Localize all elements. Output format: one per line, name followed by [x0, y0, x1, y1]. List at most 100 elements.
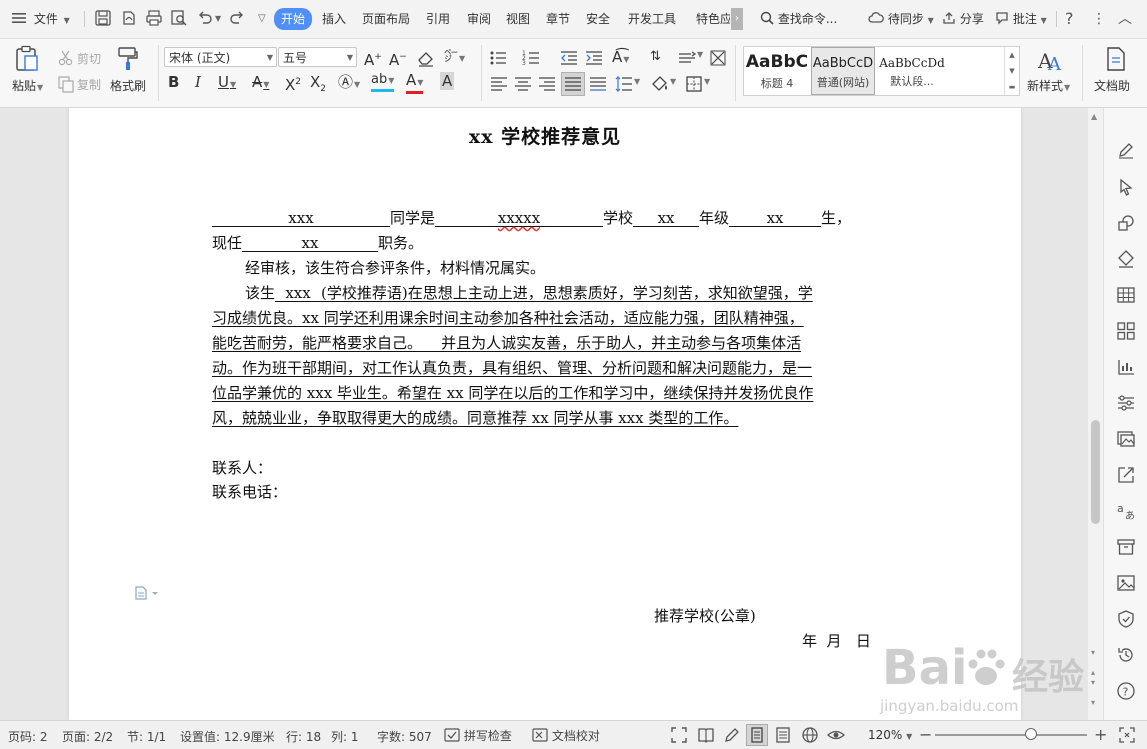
print-preview-icon[interactable] — [170, 9, 188, 27]
zoom-select[interactable]: 120% ▼ — [868, 725, 912, 745]
line-spacing-convert-icon[interactable] — [677, 48, 697, 68]
document-page[interactable]: xx 学校推荐意见 xxx 同学是 xxxxx 学校 xx 年级 xx 生， 现任 xx 职务。 … — [69, 108, 1021, 720]
output-pdf-icon[interactable] — [120, 9, 138, 27]
numbered-list-icon[interactable]: 123 — [522, 48, 542, 68]
align-right-icon[interactable] — [537, 74, 557, 94]
clear-format-icon[interactable] — [416, 48, 436, 68]
chart-icon[interactable] — [1116, 357, 1136, 377]
print-icon[interactable] — [145, 9, 163, 27]
decrease-font-icon[interactable]: A− — [389, 47, 407, 70]
history-icon[interactable] — [1116, 645, 1136, 665]
picture-icon[interactable] — [1116, 573, 1136, 593]
highlight-icon[interactable]: ab▼ — [371, 72, 395, 92]
bullet-list-icon[interactable] — [489, 48, 509, 68]
page-number[interactable]: 页码: 2 — [8, 728, 48, 745]
write-mode-icon[interactable] — [723, 726, 741, 744]
zoom-out-button[interactable]: − — [919, 725, 932, 745]
tab-home[interactable]: 开始 — [274, 8, 313, 30]
tab-security[interactable]: 安全 — [586, 9, 610, 29]
char-shading-icon[interactable]: A — [440, 72, 455, 90]
cut-button[interactable]: 剪切 — [77, 50, 101, 67]
increase-font-icon[interactable]: A+ — [364, 47, 382, 70]
subscript-icon[interactable]: X2 — [310, 72, 326, 99]
vertical-scrollbar[interactable]: ▲ ▾ ▴ ▾ ▾ — [1088, 108, 1103, 720]
word-count[interactable]: 字数: 507 — [377, 728, 432, 745]
undo-dropdown-icon[interactable]: ▼ — [215, 9, 221, 29]
tab-insert[interactable]: 插入 — [322, 9, 346, 29]
copy-icon[interactable] — [56, 74, 76, 94]
format-painter-button[interactable]: 格式刷 — [110, 77, 146, 94]
undo-icon[interactable] — [196, 9, 214, 27]
align-center-icon[interactable] — [513, 74, 533, 94]
tab-references[interactable]: 引用 — [426, 9, 450, 29]
shading-icon[interactable] — [650, 74, 670, 94]
outline-view-icon[interactable] — [774, 726, 792, 744]
scissors-icon[interactable] — [56, 48, 76, 68]
share-button[interactable]: 分享 — [942, 9, 984, 29]
zoom-slider-track[interactable] — [935, 728, 1087, 740]
translate-icon[interactable]: aあ — [1116, 501, 1136, 521]
increase-indent-icon[interactable] — [584, 48, 604, 68]
zoom-slider-knob[interactable] — [1024, 728, 1037, 740]
settings-sliders-icon[interactable] — [1116, 393, 1136, 413]
chevron-down-icon[interactable]: ▼ — [634, 77, 640, 86]
read-mode-icon[interactable] — [697, 726, 715, 744]
style-default-paragraph[interactable]: AaBbCcDd 默认段... — [876, 47, 948, 95]
tab-featured[interactable]: 特色应 — [696, 9, 730, 29]
save-icon[interactable] — [94, 9, 112, 27]
doc-helper-button[interactable]: 文档助 — [1094, 77, 1130, 94]
sort-icon[interactable]: ⇅ — [650, 47, 661, 67]
web-view-icon[interactable] — [801, 726, 819, 744]
phonetic-guide-icon[interactable]: ㌻▼ — [444, 47, 465, 69]
decrease-indent-icon[interactable] — [559, 48, 579, 68]
tab-chapter[interactable]: 章节 — [546, 9, 570, 29]
underline-icon[interactable]: U▼ — [218, 72, 236, 95]
doc-proofread-button[interactable]: 文档校对 — [532, 727, 600, 744]
comment-button[interactable]: 批注 ▼ — [995, 9, 1047, 29]
customize-toolbar-icon[interactable]: ▽ — [258, 9, 266, 29]
paste-button[interactable]: 粘贴▼ — [12, 77, 43, 94]
sync-button[interactable]: 待同步 ▼ — [868, 9, 934, 29]
styles-scroll[interactable]: ▲ ▼ ▬ — [1004, 47, 1019, 95]
new-style-icon[interactable]: AA — [1036, 46, 1064, 74]
page-nav-icon[interactable]: ▾ ▴ ▾ ▾ — [1091, 648, 1095, 708]
shapes-icon[interactable] — [1116, 213, 1136, 233]
show-marks-icon[interactable] — [708, 48, 728, 68]
chevron-down-icon[interactable]: ▼ — [704, 77, 710, 86]
tab-view[interactable]: 视图 — [506, 9, 530, 29]
superscript-icon[interactable]: X2 — [285, 72, 301, 95]
font-name-select[interactable]: 宋体 (正文) ▼ — [164, 47, 277, 67]
shield-icon[interactable] — [1116, 609, 1136, 629]
scrollbar-thumb[interactable] — [1091, 420, 1100, 524]
page-count[interactable]: 页面: 2/2 — [62, 728, 113, 745]
text-effect-icon[interactable]: Ⓐ▼ — [338, 72, 360, 95]
archive-icon[interactable] — [1116, 537, 1136, 557]
style-normal-web[interactable]: AaBbCcD 普通(网站) — [811, 47, 875, 95]
chevron-down-icon[interactable]: ▼ — [697, 50, 703, 59]
fullscreen-icon[interactable] — [670, 726, 688, 744]
text-direction-icon[interactable]: A͡▼ — [612, 47, 629, 70]
tab-page-layout[interactable]: 页面布局 — [362, 9, 410, 29]
eye-protection-icon[interactable] — [827, 726, 845, 744]
font-color-icon[interactable]: A▼ — [406, 72, 424, 94]
chevron-right-icon[interactable]: › — [731, 8, 743, 30]
help-circle-icon[interactable]: ? — [1116, 681, 1136, 701]
strikethrough-icon[interactable]: A▼ — [252, 72, 269, 95]
collapse-ribbon-icon[interactable]: ︿ — [1118, 9, 1132, 29]
tab-review[interactable]: 审阅 — [467, 9, 491, 29]
file-menu-button[interactable]: 文件 ▼ — [12, 9, 70, 29]
distribute-icon[interactable] — [588, 74, 608, 94]
share-out-icon[interactable] — [1116, 465, 1136, 485]
style-set-icon[interactable] — [1116, 249, 1136, 269]
more-icon[interactable]: ⋮ — [1092, 9, 1106, 29]
format-painter-icon[interactable] — [116, 46, 140, 72]
style-heading-4[interactable]: AaBbC 标题 4 — [744, 47, 810, 95]
copy-button[interactable]: 复制 — [77, 76, 101, 93]
line-spacing-icon[interactable] — [614, 74, 634, 94]
new-style-button[interactable]: 新样式▼ — [1027, 77, 1070, 94]
spell-check-button[interactable]: 拼写检查 — [444, 727, 512, 744]
align-left-icon[interactable] — [489, 74, 509, 94]
borders-icon[interactable] — [684, 74, 704, 94]
fit-window-icon[interactable] — [1118, 726, 1136, 744]
pen-icon[interactable] — [1116, 140, 1136, 160]
